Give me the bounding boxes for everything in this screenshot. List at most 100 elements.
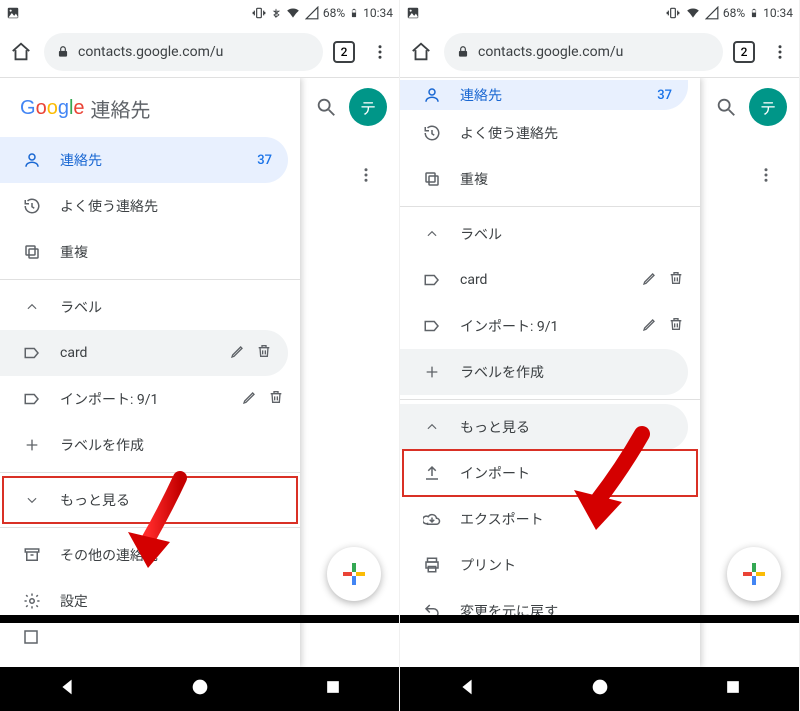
cloud-download-icon (422, 510, 442, 528)
nav-contacts[interactable]: 連絡先 37 (0, 137, 288, 183)
print-label: プリント (460, 555, 684, 575)
avatar[interactable]: テ (749, 88, 787, 126)
screenshot-left: 68% 10:34 contacts.google.com/u 2 テ (0, 0, 400, 711)
labels-section[interactable]: ラベル (400, 211, 700, 257)
history-icon (22, 197, 42, 215)
navigation-drawer: 連絡先 37 よく使う連絡先 重複 ラベル card (400, 78, 700, 667)
nav-duplicates-label: 重複 (460, 169, 684, 189)
nav-duplicates[interactable]: 重複 (400, 156, 700, 202)
label-card[interactable]: card (0, 330, 288, 376)
trash-icon[interactable] (668, 270, 684, 290)
chevron-down-icon (22, 493, 42, 507)
browser-menu-button[interactable] (765, 35, 795, 69)
browser-home-button[interactable] (4, 35, 38, 69)
label-card[interactable]: card (400, 257, 700, 303)
create-label-text: ラベルを作成 (60, 435, 284, 455)
notification-image-icon (6, 6, 20, 20)
labels-header-label: ラベル (460, 224, 684, 244)
nav-duplicates[interactable]: 重複 (0, 229, 300, 275)
browser-home-button[interactable] (404, 35, 438, 69)
chevron-up-icon (422, 420, 442, 434)
settings-label: 設定 (60, 591, 284, 611)
print-action[interactable]: プリント (400, 542, 700, 588)
nav-contacts-label: 連絡先 (460, 85, 639, 105)
label-import-text: インポート: 9/1 (60, 389, 224, 409)
nav-recent-button[interactable] (323, 677, 343, 701)
export-action[interactable]: エクスポート (400, 496, 700, 542)
nav-back-button[interactable] (456, 676, 478, 702)
url-bar[interactable]: contacts.google.com/u (44, 33, 323, 71)
search-icon[interactable] (715, 96, 737, 118)
edit-icon[interactable] (230, 343, 246, 363)
nav-frequent[interactable]: よく使う連絡先 (400, 110, 700, 156)
url-text: contacts.google.com/u (478, 44, 623, 60)
nav-contacts-count: 37 (657, 88, 672, 103)
more-section[interactable]: もっと見る (0, 477, 300, 523)
browser-bar: contacts.google.com/u 2 (0, 26, 399, 78)
divider (0, 279, 300, 280)
print-icon (422, 556, 442, 574)
other-contacts-label: その他の連絡先 (60, 545, 284, 565)
more-label: もっと見る (460, 417, 672, 437)
edit-icon[interactable] (642, 316, 658, 336)
vibrate-icon (665, 6, 681, 20)
list-menu-button[interactable] (309, 166, 399, 184)
black-strip (400, 615, 799, 623)
more-section[interactable]: もっと見る (400, 404, 688, 450)
edit-icon[interactable] (242, 389, 258, 409)
google-logo: Google (20, 97, 85, 120)
lock-icon (456, 45, 470, 59)
import-action[interactable]: インポート (400, 450, 700, 496)
url-bar[interactable]: contacts.google.com/u (444, 33, 723, 71)
browser-menu-button[interactable] (365, 35, 395, 69)
page-content: テ 連絡先 37 よく使う連絡先 重複 ラベル (400, 78, 799, 667)
unknown-icon (22, 628, 40, 650)
avatar[interactable]: テ (349, 88, 387, 126)
drawer-header: Google 連絡先 (0, 78, 300, 137)
labels-section[interactable]: ラベル (0, 284, 300, 330)
tab-count-button[interactable]: 2 (733, 41, 755, 63)
edit-icon[interactable] (642, 270, 658, 290)
app-title: 連絡先 (91, 94, 151, 123)
label-icon (22, 344, 42, 362)
plus-icon (22, 437, 42, 453)
create-label[interactable]: ラベルを作成 (0, 422, 300, 468)
create-label-text: ラベルを作成 (460, 362, 672, 382)
trash-icon[interactable] (256, 343, 272, 363)
battery-text: 68% (723, 6, 745, 20)
labels-header-label: ラベル (60, 297, 284, 317)
chevron-up-icon (422, 227, 442, 241)
gear-icon (22, 592, 42, 610)
battery-icon (349, 6, 359, 20)
divider (0, 472, 300, 473)
divider (400, 206, 700, 207)
nav-home-button[interactable] (189, 676, 211, 702)
label-icon (422, 317, 442, 335)
nav-home-button[interactable] (589, 676, 611, 702)
status-bar: 68% 10:34 (400, 0, 799, 26)
trash-icon[interactable] (268, 389, 284, 409)
tab-count-button[interactable]: 2 (333, 41, 355, 63)
fab-add-contact[interactable] (327, 547, 381, 601)
nav-frequent[interactable]: よく使う連絡先 (0, 183, 300, 229)
label-import[interactable]: インポート: 9/1 (400, 303, 700, 349)
chevron-up-icon (22, 300, 42, 314)
list-menu-button[interactable] (709, 166, 799, 184)
nav-duplicates-label: 重複 (60, 242, 284, 262)
nav-contacts[interactable]: 連絡先 37 (400, 80, 688, 110)
undo-action[interactable]: 変更を元に戻す (400, 588, 700, 634)
battery-text: 68% (323, 6, 345, 20)
create-label[interactable]: ラベルを作成 (400, 349, 688, 395)
clock-text: 10:34 (763, 6, 793, 20)
nav-contacts-count: 37 (257, 153, 272, 168)
clock-text: 10:34 (363, 6, 393, 20)
other-contacts[interactable]: その他の連絡先 (0, 532, 300, 578)
label-import[interactable]: インポート: 9/1 (0, 376, 300, 422)
trash-icon[interactable] (668, 316, 684, 336)
page-content: テ Google 連絡先 連絡先 37 よく使う連絡先 重複 (0, 78, 399, 667)
fab-add-contact[interactable] (727, 547, 781, 601)
search-icon[interactable] (315, 96, 337, 118)
nav-recent-button[interactable] (723, 677, 743, 701)
label-card-text: card (460, 272, 624, 288)
nav-back-button[interactable] (56, 676, 78, 702)
